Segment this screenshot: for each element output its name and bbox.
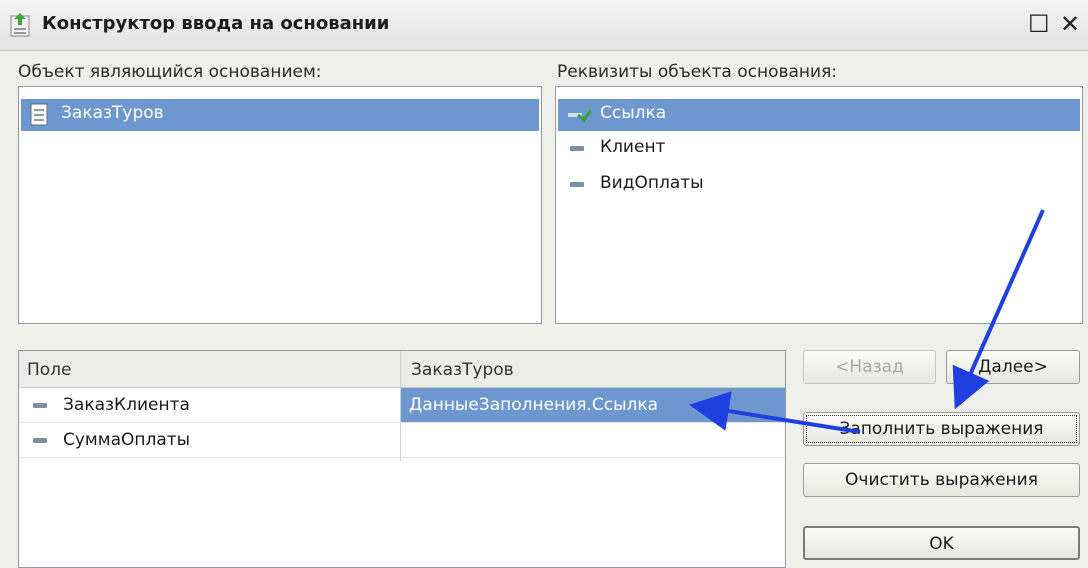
list-item-label: ЗаказТуров [61,103,164,123]
table-row[interactable]: СуммаОплаты [19,423,785,458]
app-icon [10,13,30,37]
expression-cell: ДанныеЗаполнения.Ссылка [409,395,659,415]
list-item-label: ВидОплаты [600,173,704,193]
list-item-zakaz-turov[interactable]: ЗаказТуров [21,99,539,131]
list-item-label: Клиент [600,137,666,157]
reference-icon [568,109,592,122]
ok-button[interactable]: OK [803,526,1080,560]
list-item-ssylka[interactable]: Ссылка [558,99,1080,131]
back-button[interactable]: <Назад [803,350,936,384]
list-item-label: Ссылка [600,103,667,123]
list-item-klient[interactable]: Клиент [558,133,1080,165]
fill-expressions-button[interactable]: Заполнить выражения [803,412,1080,446]
clear-expressions-button[interactable]: Очистить выражения [803,463,1080,497]
field-cell: СуммаОплаты [63,430,191,450]
attribute-icon [570,146,584,151]
table-row[interactable]: ЗаказКлиента ДанныеЗаполнения.Ссылка [19,388,785,423]
maximize-icon[interactable]: ☐ [1028,10,1050,38]
mapping-table[interactable]: Поле ЗаказТуров ЗаказКлиента ДанныеЗапол… [18,350,786,568]
column-header-expression[interactable]: ЗаказТуров [411,360,514,380]
list-item-vid-oplaty[interactable]: ВидОплаты [558,169,1080,201]
left-panel-label: Объект являющийся основанием: [18,62,322,82]
column-header-field[interactable]: Поле [27,360,72,380]
expression-cell-selected[interactable]: ДанныеЗаполнения.Ссылка [401,388,785,422]
field-cell: ЗаказКлиента [63,395,190,415]
right-panel-label: Реквизиты объекта основания: [557,62,838,82]
title-bar: Конструктор ввода на основании ☐ ✕ [0,0,1088,51]
base-attributes-list[interactable]: Ссылка Клиент ВидОплаты [555,86,1083,324]
attribute-icon [570,182,584,187]
next-button[interactable]: Далее> [946,350,1080,384]
document-icon [30,103,48,126]
window-title: Конструктор ввода на основании [42,13,390,34]
attribute-icon [33,438,47,443]
table-header: Поле ЗаказТуров [19,351,785,388]
attribute-icon [33,403,47,408]
close-icon[interactable]: ✕ [1060,10,1080,38]
base-object-list[interactable]: ЗаказТуров [18,86,542,324]
